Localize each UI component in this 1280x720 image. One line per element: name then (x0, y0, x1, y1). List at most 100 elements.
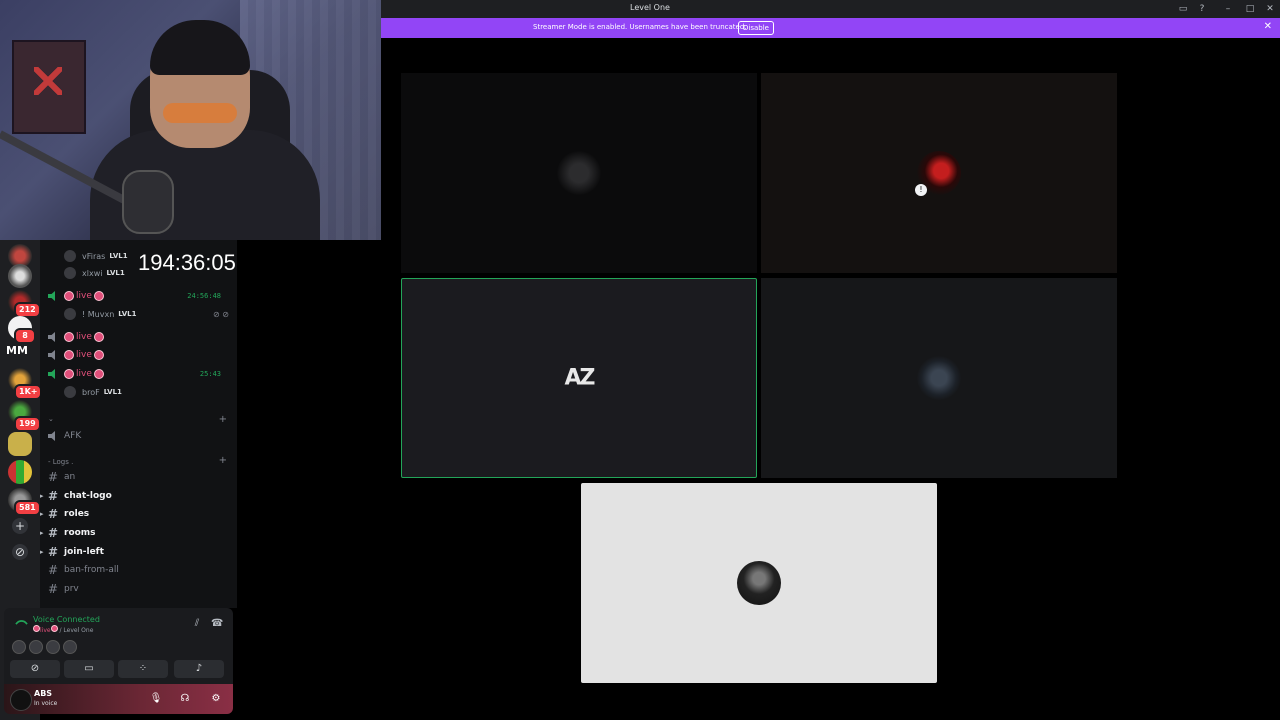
video-tile[interactable]: ! (761, 73, 1117, 273)
text-channel[interactable]: ▸ # join-left (40, 544, 104, 560)
maximize-icon[interactable]: □ (1243, 2, 1257, 16)
unread-indicator-icon: ▸ (40, 548, 44, 556)
voice-member[interactable]: broF LVL1 (64, 384, 122, 400)
user-panel: ABS In voice 🎙 ☊ ⚙ (4, 684, 233, 714)
channel-name: chat-logo (64, 491, 112, 501)
hash-icon: # (48, 545, 59, 559)
category-logs[interactable]: - Logs . (48, 458, 73, 466)
mention-badge: 581 (14, 500, 41, 516)
speaker-icon (48, 369, 55, 379)
video-tile[interactable] (401, 73, 757, 273)
headphones-icon[interactable]: ☊ (178, 692, 192, 706)
member-name: xlxwi (82, 268, 103, 278)
voice-channel-afk[interactable]: AFK (48, 428, 81, 444)
live-dot-icon (64, 332, 74, 342)
channel-timer: 24:56:48 (187, 292, 221, 300)
avatar[interactable] (12, 640, 26, 654)
avatar[interactable] (10, 689, 32, 711)
voice-member[interactable]: xlxwi LVL1 (64, 265, 125, 281)
signal-icon (15, 617, 28, 630)
text-channel[interactable]: ▸ # rooms (40, 525, 96, 541)
text-channel[interactable]: ▸ # chat-logo (40, 488, 112, 504)
hash-icon: # (48, 470, 59, 484)
channel-name: live (76, 369, 92, 379)
video-tile[interactable] (761, 278, 1117, 478)
screen-share-button[interactable]: ▭ (64, 660, 114, 678)
live-dot-icon (50, 625, 58, 632)
close-icon[interactable]: ✕ (1264, 21, 1272, 32)
noise-suppression-icon[interactable]: ⫽ (191, 618, 203, 630)
text-channel[interactable]: # prv (48, 581, 79, 597)
server-icon[interactable] (8, 264, 32, 288)
level-badge: LVL1 (118, 310, 137, 318)
text-channel[interactable]: # an (48, 469, 75, 485)
muted-icon: ! (915, 184, 927, 196)
avatar (64, 386, 76, 398)
channel-name: an (64, 472, 76, 482)
voice-connected-panel: Voice Connected live / Level One ⫽ ☎ ⊘ ▭… (4, 608, 233, 684)
channel-name: rooms (64, 528, 96, 538)
webcam-microphone (122, 170, 174, 234)
text-channel[interactable]: # ban-from-all (48, 562, 119, 578)
gear-icon[interactable]: ⚙ (209, 692, 223, 706)
minimize-icon[interactable]: – (1221, 2, 1235, 16)
microphone-icon[interactable]: 🎙 (149, 692, 163, 706)
speaker-icon (48, 332, 55, 342)
username[interactable]: ABS (34, 689, 52, 698)
help-icon[interactable]: ? (1195, 2, 1209, 16)
add-channel-icon[interactable]: + (219, 455, 227, 466)
speaker-icon (48, 431, 55, 441)
activities-button[interactable]: ⁘ (118, 660, 168, 678)
avatar[interactable] (63, 640, 77, 654)
voice-channel-live[interactable]: live 24:56:48 (48, 288, 229, 304)
live-dot-icon (93, 369, 104, 379)
close-icon[interactable]: ✕ (1263, 2, 1277, 16)
hash-icon: # (48, 563, 59, 577)
soundboard-button[interactable]: ♪ (174, 660, 224, 678)
server-icon[interactable] (8, 460, 32, 484)
live-dot-icon (93, 332, 104, 342)
video-tile[interactable] (581, 483, 937, 683)
member-name: vFiras (82, 251, 106, 261)
participant-avatar (917, 356, 961, 400)
member-name: ! Muvxn (82, 309, 115, 319)
unread-indicator-icon: ▸ (40, 510, 44, 518)
voice-channel-path[interactable]: live / Level One (33, 625, 93, 634)
live-dot-icon (64, 350, 74, 360)
explore-servers-icon[interactable]: ⊘ (12, 544, 28, 560)
voice-member[interactable]: ! Muvxn LVL1 ⊘ ⊘ (64, 306, 229, 322)
muted-icon: ⊘ ⊘ (213, 309, 229, 319)
server-folder[interactable] (8, 432, 32, 456)
voice-channel-live[interactable]: live (48, 329, 104, 345)
avatar (64, 250, 76, 262)
stream-timer: 194:36:05 (138, 250, 236, 275)
member-name: broF (82, 387, 100, 397)
voice-channel-live[interactable]: live (48, 347, 104, 363)
webcam-glasses (163, 103, 237, 123)
disconnect-icon[interactable]: ☎ (211, 618, 223, 630)
disable-button[interactable]: Disable (738, 21, 774, 35)
live-dot-icon (93, 291, 104, 301)
channel-name: live (76, 350, 92, 360)
mention-badge: 199 (14, 416, 41, 432)
inbox-icon[interactable]: ▭ (1176, 2, 1190, 16)
user-status: In voice (34, 700, 58, 707)
voice-channel-live[interactable]: live 25:43 (48, 366, 229, 382)
avatar[interactable] (46, 640, 60, 654)
voice-member[interactable]: vFiras LVL1 (64, 248, 128, 264)
channel-path-label: / Level One (59, 627, 94, 634)
add-channel-icon[interactable]: + (219, 414, 227, 425)
participant-avatar (737, 561, 781, 605)
camera-off-button[interactable]: ⊘ (10, 660, 60, 678)
voice-status[interactable]: Voice Connected (33, 615, 100, 624)
webcam-poster (12, 40, 86, 134)
text-channel[interactable]: ▸ # roles (40, 506, 89, 522)
avatar[interactable] (29, 640, 43, 654)
server-mm[interactable]: MM (6, 344, 28, 357)
video-tile-speaking[interactable]: AZ (401, 278, 757, 478)
add-server-icon[interactable]: + (12, 518, 28, 534)
category-collapsed[interactable]: ⌄ (48, 415, 54, 423)
hash-icon: # (48, 526, 59, 540)
window-titlebar: Level One ▭ ? – □ ✕ (381, 0, 1280, 18)
speaker-icon (48, 350, 55, 360)
